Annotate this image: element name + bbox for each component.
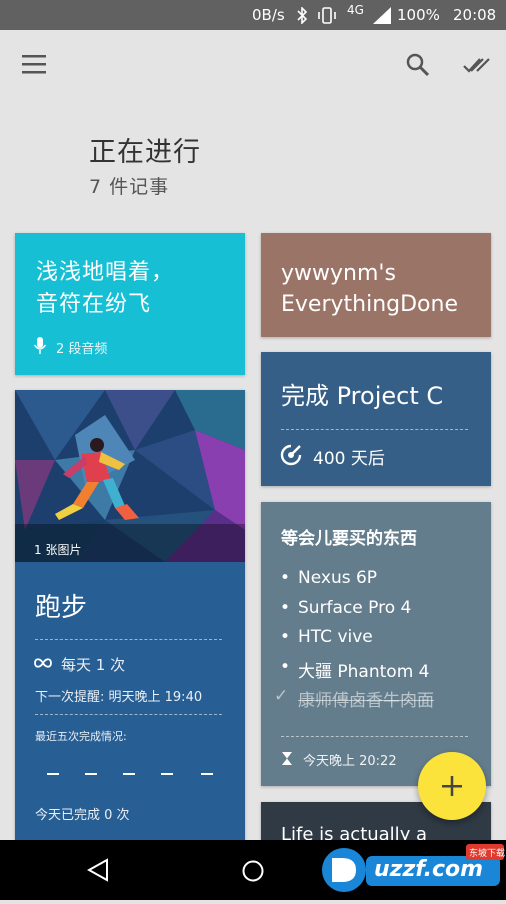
completion-mark [85,773,97,775]
card-title: 完成 Project C [281,382,444,410]
bluetooth-icon [297,7,308,24]
runner-illustration [15,390,245,562]
signal-icon [373,7,391,24]
countdown: 400 天后 [313,449,385,469]
repeat-frequency: 每天 1 次 [61,656,126,674]
battery-level: 100% [397,6,440,24]
thing-card-run[interactable]: 1 张图片 跑步 每天 1 次 下一次提醒: 明天晚上 19:40 最近五次完成… [15,390,245,842]
plus-icon [442,776,462,796]
microphone-icon [33,337,47,354]
bullet-icon: • [280,597,291,618]
completion-mark [47,773,59,775]
checklist-item-label: HTC vive [298,627,373,647]
checklist-item[interactable]: • Surface Pro 4 [280,598,434,628]
app-bar [0,30,506,100]
checklist-item[interactable]: • HTC vive [280,627,434,657]
back-icon[interactable] [87,858,109,882]
card-image: 1 张图片 [15,390,245,562]
card-title: 等会儿要买的东西 [281,529,417,549]
check-icon: ✓ [274,686,289,706]
bullet-icon: • [280,568,291,588]
thing-card-project[interactable]: 完成 Project C 400 天后 [261,352,491,486]
divider [281,429,468,430]
watermark-brand: uzzf.com [374,857,484,882]
thing-count: 7 件记事 [89,176,170,198]
checklist-item-done[interactable]: ✓ 康师傅卤香牛肉面 [274,686,434,716]
checklist-item[interactable]: • Nexus 6P [280,568,434,598]
finish-all-button[interactable] [457,45,497,85]
divider [35,714,222,715]
next-reminder: 下一次提醒: 明天晚上 19:40 [35,690,203,705]
search-icon [406,53,430,77]
checklist: • Nexus 6P • Surface Pro 4 • HTC vive • … [274,568,434,716]
divider [35,639,222,640]
home-icon[interactable] [241,859,265,883]
goal-icon [280,444,302,466]
image-count: 1 张图片 [34,543,82,557]
divider [281,736,468,737]
page-title: 正在进行 [89,137,201,168]
watermark-logo: uzzf.com 东坡下载 [318,840,506,900]
watermark-tag: 东坡下载 [469,849,506,859]
completion-mark [201,773,213,775]
card-text: ywwynm's EverythingDone [281,261,458,317]
network-speed: 0B/s [252,6,285,24]
repeat-icon [34,658,52,668]
bullet-icon: • [280,627,291,647]
reminder-time: 今天晚上 20:22 [303,754,397,769]
audio-count: 2 段音频 [56,342,108,357]
checklist-item-label: 康师傅卤香牛肉面 [298,691,434,711]
thing-card-audio[interactable]: 浅浅地唱着， 音符在纷飞 2 段音频 [15,233,245,375]
double-check-icon [463,58,490,73]
completion-history [47,773,213,775]
checklist-item-label: 大疆 Phantom 4 [298,661,430,682]
menu-icon [22,55,46,74]
hourglass-icon [282,752,292,765]
thing-card-ywwynm[interactable]: ywwynm's EverythingDone [261,233,491,337]
status-bar: 0B/s 4G 100% 20:08 [0,0,506,30]
clock: 20:08 [453,6,497,24]
card-text: 浅浅地唱着， 音符在纷飞 [36,260,175,317]
vibrate-icon [318,7,336,24]
system-navigation-bar: uzzf.com 东坡下载 [0,840,506,900]
checklist-item-label: Nexus 6P [298,568,378,588]
card-title: 跑步 [35,593,88,623]
search-button[interactable] [398,45,438,85]
recent-completion-label: 最近五次完成情况: [35,730,127,743]
checklist-item-label: Surface Pro 4 [298,597,412,618]
network-type: 4G [347,3,364,17]
completion-mark [123,773,135,775]
checklist-item[interactable]: • 大疆 Phantom 4 [280,657,434,687]
today-completed: 今天已完成 0 次 [35,808,130,823]
bullet-icon: • [280,656,291,677]
completion-mark [161,773,173,775]
add-thing-button[interactable] [418,752,486,820]
menu-button[interactable] [14,44,54,84]
